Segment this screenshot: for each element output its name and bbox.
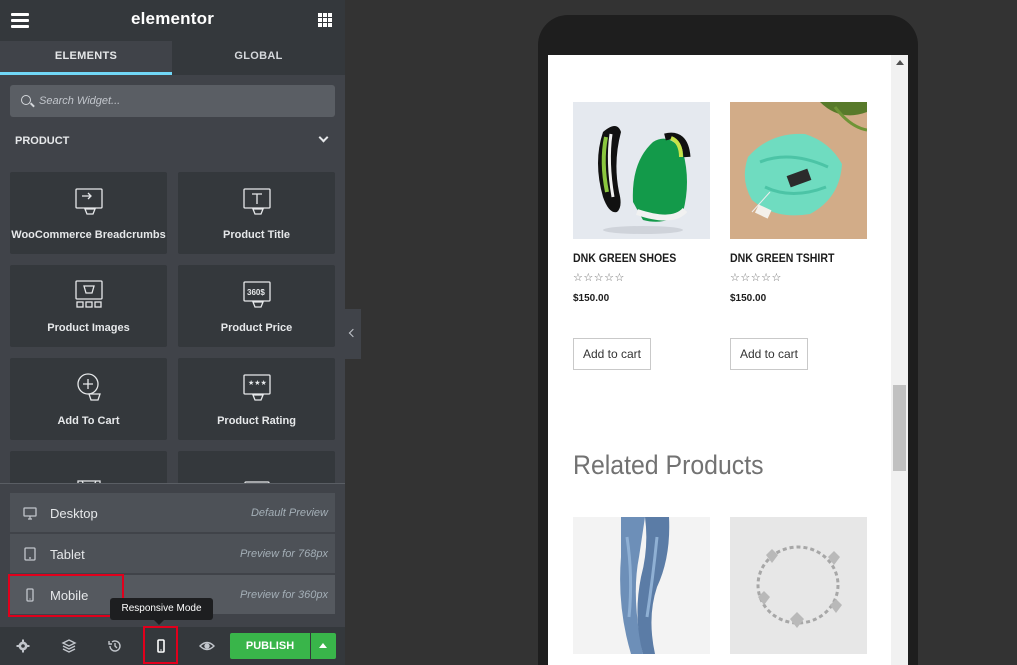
responsive-button-highlight <box>143 626 178 664</box>
widget-label: Product Price <box>220 322 293 334</box>
tablet-icon <box>23 547 37 561</box>
product-rating-stars: ☆☆☆☆☆ <box>573 272 625 284</box>
responsive-option-tablet[interactable]: Tablet Preview for 768px <box>10 534 335 574</box>
responsive-mode-tooltip: Responsive Mode <box>110 598 213 625</box>
widget-label: Product Images <box>47 322 130 334</box>
collapse-panel-toggle[interactable] <box>345 309 361 359</box>
add-to-cart-icon <box>74 372 104 402</box>
responsive-option-desc: Preview for 360px <box>239 589 328 601</box>
widget-partial[interactable] <box>10 451 167 483</box>
brand-logo: elementor <box>130 9 215 28</box>
widget-product-title[interactable]: Product Title <box>178 172 335 254</box>
svg-text:360$: 360$ <box>247 288 265 297</box>
product-title-icon <box>242 186 272 216</box>
search-icon <box>21 95 31 105</box>
settings-gear-icon[interactable] <box>15 638 31 654</box>
related-product-image-jeans[interactable] <box>573 517 710 654</box>
breadcrumbs-icon <box>74 186 104 216</box>
responsive-option-name: Tablet <box>50 547 85 562</box>
product-title[interactable]: DNK GREEN TSHIRT <box>730 251 834 265</box>
widget-label: Add To Cart <box>57 415 120 427</box>
widget-woocommerce-breadcrumbs[interactable]: WooCommerce Breadcrumbs <box>10 172 167 254</box>
svg-text:★★★: ★★★ <box>248 379 267 387</box>
widget-product-images[interactable]: Product Images <box>10 265 167 347</box>
panel-tabs: ELEMENTS GLOBAL <box>0 41 345 75</box>
related-product-image-bracelet[interactable] <box>730 517 867 654</box>
search-box <box>10 85 335 117</box>
product-price: $150.00 <box>730 293 767 304</box>
widget-label: WooCommerce Breadcrumbs <box>11 229 166 241</box>
publish-button[interactable]: PUBLISH <box>230 633 310 659</box>
history-icon[interactable] <box>107 638 123 654</box>
editor-sidebar: elementor ELEMENTS GLOBAL PRODUCT WooCom… <box>0 0 345 665</box>
add-to-cart-button[interactable]: Add to cart <box>730 338 808 370</box>
layers-icon[interactable] <box>61 638 77 654</box>
chevron-down-icon[interactable] <box>319 134 328 143</box>
widget-label: Product Rating <box>217 415 296 427</box>
product-image-tshirt[interactable] <box>730 102 867 239</box>
category-title[interactable]: PRODUCT <box>15 135 69 147</box>
preview-eye-icon[interactable] <box>199 638 215 654</box>
product-price: $150.00 <box>573 293 610 304</box>
product-price-icon: 360$ <box>242 279 272 309</box>
widget-label: Product Title <box>222 229 291 241</box>
desktop-icon <box>23 506 37 520</box>
preview-scrollbar-thumb[interactable] <box>893 385 906 471</box>
search-input[interactable] <box>39 93 319 109</box>
scroll-up-arrow-icon[interactable] <box>896 60 904 65</box>
product-rating-icon: ★★★ <box>242 372 272 402</box>
widget-product-price[interactable]: 360$ Product Price <box>178 265 335 347</box>
widget-grid: WooCommerce Breadcrumbs Product Title Pr… <box>0 160 345 483</box>
sidebar-header: elementor <box>0 0 345 41</box>
widget-product-rating[interactable]: ★★★ Product Rating <box>178 358 335 440</box>
widgets-grid-icon[interactable] <box>318 13 332 27</box>
preview-scrollbar-track[interactable] <box>891 55 908 665</box>
responsive-option-desc: Default Preview <box>250 507 328 519</box>
product-image-shoes[interactable] <box>573 102 710 239</box>
widget-add-to-cart[interactable]: Add To Cart <box>10 358 167 440</box>
widget-partial[interactable] <box>178 451 335 483</box>
widget-icon <box>74 465 104 483</box>
product-images-icon <box>74 279 104 309</box>
product-rating-stars: ☆☆☆☆☆ <box>730 272 782 284</box>
widget-icon <box>242 465 272 483</box>
add-to-cart-button[interactable]: Add to cart <box>573 338 651 370</box>
tab-elements[interactable]: ELEMENTS <box>0 41 172 75</box>
responsive-option-desktop[interactable]: Desktop Default Preview <box>10 493 335 533</box>
related-products-heading: Related Products <box>573 450 764 480</box>
tab-global[interactable]: GLOBAL <box>172 41 345 75</box>
divider <box>0 483 345 484</box>
responsive-option-name: Desktop <box>50 506 98 521</box>
responsive-option-desc: Preview for 768px <box>239 548 328 560</box>
publish-options-caret-icon[interactable] <box>311 633 336 659</box>
mobile-highlight-box <box>8 574 124 617</box>
product-title[interactable]: DNK GREEN SHOES <box>573 251 676 265</box>
